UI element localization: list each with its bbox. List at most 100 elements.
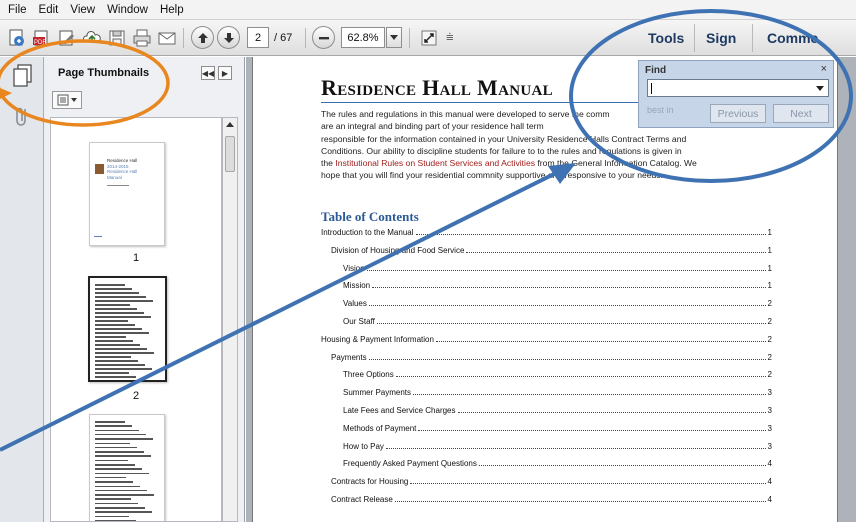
sign-button[interactable]: Sign xyxy=(706,20,736,56)
toc-row[interactable]: How to Pay 3 xyxy=(321,439,772,451)
toc-entry-label: Three Options xyxy=(343,370,394,380)
zoom-dropdown-button[interactable] xyxy=(386,27,402,48)
toc-page-number: 1 xyxy=(767,245,772,255)
scrollbar-thumb[interactable] xyxy=(225,136,235,172)
toc-row[interactable]: Late Fees and Service Charges 3 xyxy=(321,403,772,415)
toc-entry-label: How to Pay xyxy=(343,441,384,451)
zoom-out-button[interactable] xyxy=(312,26,335,49)
thumbnail-text-line xyxy=(95,360,138,362)
page-number-label: 1 xyxy=(132,252,140,264)
close-icon[interactable]: × xyxy=(821,63,827,75)
toc-row[interactable]: Vision 1 xyxy=(321,261,772,273)
toc-row[interactable]: Introduction to the Manual 1 xyxy=(321,225,772,237)
toc-row[interactable]: Values 2 xyxy=(321,296,772,308)
thumbnail-text-line xyxy=(95,459,128,462)
toc-row[interactable]: Mission 1 xyxy=(321,278,772,290)
thumbnail-text-line xyxy=(95,446,137,449)
pdf-convert-icon[interactable]: PDF xyxy=(31,27,53,49)
email-icon[interactable] xyxy=(156,27,178,49)
comment-button[interactable]: Comme xyxy=(767,20,856,56)
find-previous-button[interactable]: Previous xyxy=(710,104,766,123)
print-icon[interactable] xyxy=(131,27,153,49)
toc-row[interactable]: Three Options 2 xyxy=(321,367,772,379)
toc-leader xyxy=(394,501,766,502)
menu-help[interactable]: Help xyxy=(154,4,190,16)
toc-leader xyxy=(415,234,766,235)
cover-text: Residence Hall 2014-2015 Residence Hall … xyxy=(107,158,138,180)
page-thumbnails-icon[interactable] xyxy=(12,63,34,90)
toc-row[interactable]: Methods of Payment 3 xyxy=(321,421,772,433)
toc-entry-label: Values xyxy=(343,299,367,309)
find-next-button[interactable]: Next xyxy=(773,104,829,123)
menu-edit[interactable]: Edit xyxy=(33,4,65,16)
thumbnail-text-line xyxy=(95,288,132,290)
thumbnail-text-line xyxy=(95,312,144,314)
toc-leader xyxy=(478,465,766,467)
catalog-link[interactable]: Institutional Rules on Student Services … xyxy=(335,158,535,168)
toc-entry-label: Summer Payments xyxy=(343,388,412,398)
menu-view[interactable]: View xyxy=(64,4,101,16)
thumbnail-text-line xyxy=(95,489,147,492)
edit-document-icon[interactable] xyxy=(56,27,78,49)
toc-row[interactable]: Housing & Payment Information 2 xyxy=(321,332,772,344)
toc-entry-label: Contract Release xyxy=(331,495,393,504)
toc-leader xyxy=(372,287,766,289)
toc-page-number: 4 xyxy=(767,477,772,487)
scroll-up-icon[interactable] xyxy=(226,122,234,127)
toc-row[interactable]: Contracts for Housing 4 xyxy=(321,474,772,486)
thumbnail-options-button[interactable] xyxy=(52,91,82,109)
thumbnail-scrollbar[interactable] xyxy=(222,117,238,522)
toc-entry-label: Introduction to the Manual xyxy=(321,228,414,237)
save-icon[interactable] xyxy=(106,27,128,49)
toc-page-number: 3 xyxy=(767,423,772,433)
cloud-share-icon[interactable] xyxy=(81,27,103,49)
toc-page-number: 2 xyxy=(767,370,772,380)
toc-row[interactable]: Frequently Asked Payment Questions 4 xyxy=(321,456,772,468)
thumbnail-text-line xyxy=(95,336,126,338)
toc-page-number: 1 xyxy=(767,228,772,237)
thumbnail-text-line xyxy=(95,481,133,483)
document-title: Residence Hall Manual xyxy=(321,75,553,100)
toc-page-number: 2 xyxy=(767,334,772,344)
toc-page-number: 1 xyxy=(767,281,772,291)
page-thumbnail-2[interactable] xyxy=(88,276,167,382)
toc-row[interactable]: Payments 2 xyxy=(321,350,772,362)
thumbnail-text-line xyxy=(95,464,135,466)
thumbnail-text-line xyxy=(95,451,144,453)
toc-leader xyxy=(366,269,766,271)
toolbar-separator xyxy=(694,24,695,52)
menu-file[interactable]: File xyxy=(2,4,33,16)
collapse-panel-icon[interactable]: ◀◀ xyxy=(201,66,215,80)
thumbnail-text-line xyxy=(95,332,149,334)
fit-page-icon[interactable] xyxy=(418,27,440,49)
page-thumbnail-3[interactable] xyxy=(89,414,165,521)
previous-page-button[interactable] xyxy=(191,26,214,49)
thumbnail-text-line xyxy=(95,368,152,370)
thumbnail-list[interactable]: Residence Hall 2014-2015 Residence Hall … xyxy=(50,117,222,522)
thumbnail-text-line xyxy=(95,316,151,318)
tools-button[interactable]: Tools xyxy=(648,20,684,56)
page-thumbnail-1[interactable]: Residence Hall 2014-2015 Residence Hall … xyxy=(89,142,165,246)
page-total: / 67 xyxy=(274,32,293,44)
create-pdf-icon[interactable] xyxy=(6,27,28,49)
panel-header: Page Thumbnails ◀◀ ▶ xyxy=(44,57,245,87)
chevron-down-icon[interactable] xyxy=(816,86,824,91)
toolbar-separator xyxy=(752,24,753,52)
toc-row[interactable]: Summer Payments 3 xyxy=(321,385,772,397)
thumbnail-text-line xyxy=(95,476,126,479)
attachments-icon[interactable] xyxy=(14,105,30,132)
toc-leader xyxy=(368,358,766,360)
toc-row[interactable]: Division of Housing and Food Service 1 xyxy=(321,243,772,255)
page-number-input[interactable]: 2 xyxy=(247,27,269,48)
menu-bar: File Edit View Window Help xyxy=(0,0,856,20)
expand-panel-icon[interactable]: ▶ xyxy=(218,66,232,80)
thumbnail-text-line xyxy=(95,308,137,310)
toc-row[interactable]: Our Staff 2 xyxy=(321,314,772,326)
find-input[interactable] xyxy=(647,79,829,97)
toc-row[interactable]: Contract Release 4 xyxy=(321,492,772,504)
next-page-button[interactable] xyxy=(217,26,240,49)
menu-window[interactable]: Window xyxy=(101,4,154,16)
toc-entry-label: Payments xyxy=(331,352,367,362)
customize-toolbar-icon[interactable]: ⩧ xyxy=(446,29,454,45)
zoom-input[interactable]: 62.8% xyxy=(341,27,385,48)
